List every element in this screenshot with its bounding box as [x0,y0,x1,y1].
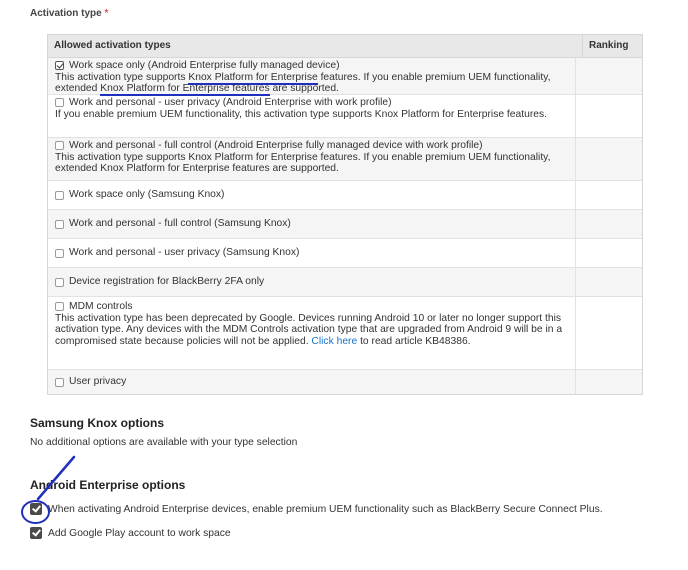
annotation-stroke [36,455,76,501]
annotation-arrow [36,455,76,501]
